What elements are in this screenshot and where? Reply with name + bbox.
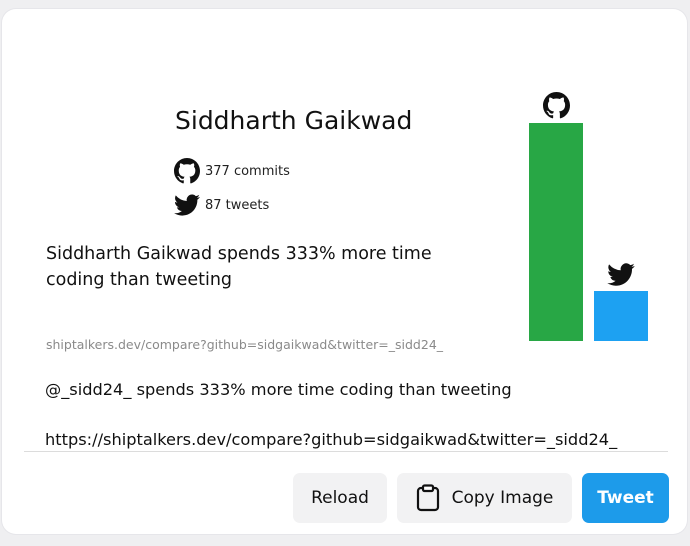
comparison-statement: Siddharth Gaikwad spends 333% more time … [46, 244, 432, 290]
clipboard-icon [416, 484, 439, 512]
tweet-textarea[interactable]: @_sidd24_ spends 333% more time coding t… [45, 378, 665, 452]
commits-count: 377 commits [205, 163, 290, 179]
tweet-link-line: https://shiptalkers.dev/compare?github=s… [45, 430, 618, 449]
copy-image-button-label: Copy Image [451, 488, 554, 508]
github-icon [543, 92, 570, 119]
tweets-count: 87 tweets [205, 197, 270, 213]
github-icon [174, 158, 200, 184]
tweet-button[interactable]: Tweet [582, 473, 669, 523]
divider [24, 451, 668, 452]
share-url: shiptalkers.dev/compare?github=sidgaikwa… [46, 337, 444, 352]
commits-stat: 377 commits [174, 158, 290, 184]
reload-button[interactable]: Reload [293, 473, 387, 523]
twitter-bar [594, 291, 648, 341]
tweet-button-label: Tweet [597, 488, 654, 508]
twitter-icon [174, 194, 200, 216]
twitter-icon [607, 263, 635, 286]
copy-image-button[interactable]: Copy Image [397, 473, 572, 523]
tweets-stat: 87 tweets [174, 192, 269, 218]
reload-button-label: Reload [311, 488, 369, 508]
tweet-text-line: @_sidd24_ spends 333% more time coding t… [45, 380, 512, 399]
compare-card: Siddharth Gaikwad 377 commits 87 tweets … [2, 9, 687, 534]
profile-name: Siddharth Gaikwad [175, 106, 413, 135]
github-bar [529, 123, 583, 341]
